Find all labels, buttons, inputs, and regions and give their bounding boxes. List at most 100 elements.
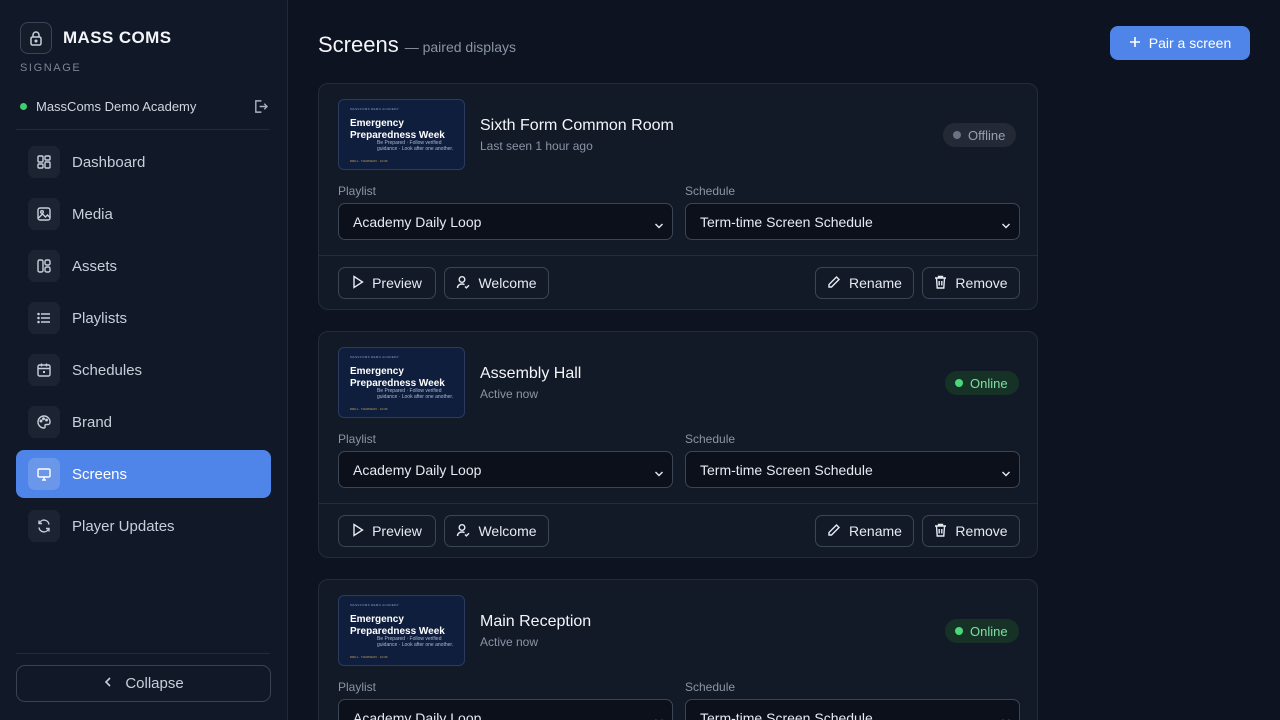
brand-name: MASS COMS: [63, 28, 172, 47]
playlist-label: Playlist: [338, 184, 377, 198]
palette-icon: [28, 406, 60, 438]
pencil-icon: [827, 275, 841, 292]
sidebar-divider: [16, 653, 270, 654]
calendar-icon: [28, 354, 60, 386]
playlist-label: Playlist: [338, 432, 377, 446]
pair-screen-label: Pair a screen: [1148, 35, 1232, 51]
page-title: Screens — paired displays: [318, 32, 516, 58]
welcome-button[interactable]: Welcome: [444, 267, 549, 299]
sidebar-item-playlists[interactable]: Playlists: [16, 294, 271, 342]
pencil-icon: [827, 523, 841, 540]
logout-icon[interactable]: [250, 96, 270, 116]
schedule-label: Schedule: [685, 432, 736, 446]
sidebar-item-label: Brand: [72, 413, 113, 431]
schedule-select[interactable]: Term-time Screen Schedule: [685, 451, 1020, 488]
playlist-select[interactable]: Academy Daily Loop: [338, 699, 673, 720]
chevron-down-icon: [654, 217, 664, 233]
image-icon: [28, 198, 60, 230]
playlist-label: Playlist: [338, 680, 377, 694]
rename-button[interactable]: Rename: [815, 267, 914, 299]
sidebar-item-screens[interactable]: Screens: [16, 450, 271, 498]
status-label: Online: [970, 623, 1008, 639]
dashboard-icon: [28, 146, 60, 178]
thumb-headline: Emergency Preparedness Week: [350, 118, 445, 141]
schedule-label: Schedule: [685, 184, 736, 198]
sidebar-item-label: Player Updates: [72, 517, 175, 535]
sidebar: MASS COMS SIGNAGE MassComs Demo Academy …: [0, 0, 288, 720]
preview-button[interactable]: Preview: [338, 515, 436, 547]
welcome-label: Welcome: [478, 275, 537, 291]
plus-icon: [1129, 35, 1141, 51]
sidebar-divider: [16, 129, 270, 130]
thumb-headline: Emergency Preparedness Week: [350, 614, 445, 637]
chevron-left-icon: [103, 675, 113, 692]
status-label: Offline: [968, 127, 1006, 143]
screen-thumbnail[interactable]: MASSCOMS DEMO ACADEMY Emergency Prepared…: [338, 99, 465, 170]
rename-button[interactable]: Rename: [815, 515, 914, 547]
status-label: Online: [970, 375, 1008, 391]
remove-button[interactable]: Remove: [922, 267, 1020, 299]
user-check-icon: [456, 275, 470, 292]
screen-card: MASSCOMS DEMO ACADEMY Emergency Prepared…: [318, 83, 1038, 310]
screen-card: MASSCOMS DEMO ACADEMY Emergency Prepared…: [318, 331, 1038, 558]
schedule-select[interactable]: Term-time Screen Schedule: [685, 699, 1020, 720]
thumb-org: MASSCOMS DEMO ACADEMY: [350, 355, 400, 359]
status-badge: Offline: [943, 123, 1017, 147]
screen-name: Assembly Hall: [480, 365, 582, 382]
org-status-dot: [20, 102, 27, 110]
screen-thumbnail[interactable]: MASSCOMS DEMO ACADEMY Emergency Prepared…: [338, 347, 465, 418]
thumb-body: Be Prepared · Follow verified guidance ·…: [377, 636, 454, 648]
sidebar-item-schedules[interactable]: Schedules: [16, 346, 271, 394]
trash-icon: [934, 523, 947, 540]
collapse-button[interactable]: Collapse: [16, 665, 271, 702]
welcome-button[interactable]: Welcome: [444, 515, 549, 547]
thumb-body: Be Prepared · Follow verified guidance ·…: [377, 140, 454, 152]
status-badge: Online: [945, 619, 1019, 643]
sidebar-item-player-updates[interactable]: Player Updates: [16, 502, 271, 550]
thumb-body: Be Prepared · Follow verified guidance ·…: [377, 388, 454, 400]
preview-button[interactable]: Preview: [338, 267, 436, 299]
collapse-label: Collapse: [125, 675, 184, 692]
sidebar-item-assets[interactable]: Assets: [16, 242, 271, 290]
playlist-select[interactable]: Academy Daily Loop: [338, 203, 673, 240]
play-icon: [352, 522, 364, 540]
thumb-footer: DRILL · THURSDAY · 10:30: [350, 159, 388, 163]
org-name: MassComs Demo Academy: [36, 98, 197, 114]
schedule-value: Term-time Screen Schedule: [700, 461, 873, 478]
card-divider: [319, 255, 1037, 256]
sidebar-item-label: Screens: [72, 465, 128, 483]
screen-name: Main Reception: [480, 613, 592, 630]
preview-label: Preview: [372, 275, 422, 291]
monitor-icon: [28, 458, 60, 490]
status-dot: [953, 131, 961, 139]
refresh-icon: [28, 510, 60, 542]
playlist-value: Academy Daily Loop: [353, 709, 482, 720]
sidebar-item-brand[interactable]: Brand: [16, 398, 271, 446]
remove-label: Remove: [955, 275, 1008, 291]
thumb-footer: DRILL · THURSDAY · 10:30: [350, 407, 388, 411]
thumb-org: MASSCOMS DEMO ACADEMY: [350, 603, 400, 607]
schedule-value: Term-time Screen Schedule: [700, 213, 873, 230]
playlist-select[interactable]: Academy Daily Loop: [338, 451, 673, 488]
preview-label: Preview: [372, 523, 422, 539]
thumb-footer: DRILL · THURSDAY · 10:30: [350, 655, 388, 659]
sidebar-item-label: Dashboard: [72, 153, 146, 171]
status-badge: Online: [945, 371, 1019, 395]
brand: MASS COMS: [20, 22, 171, 54]
chevron-down-icon: [654, 713, 664, 720]
remove-button[interactable]: Remove: [922, 515, 1020, 547]
screen-thumbnail[interactable]: MASSCOMS DEMO ACADEMY Emergency Prepared…: [338, 595, 465, 666]
status-dot: [955, 379, 963, 387]
sidebar-item-label: Media: [72, 205, 113, 223]
screen-last-seen: Active now: [480, 387, 539, 401]
user-check-icon: [456, 523, 470, 540]
screen-last-seen: Active now: [480, 635, 539, 649]
sidebar-item-media[interactable]: Media: [16, 190, 271, 238]
schedule-select[interactable]: Term-time Screen Schedule: [685, 203, 1020, 240]
sidebar-item-dashboard[interactable]: Dashboard: [16, 138, 271, 186]
thumb-headline: Emergency Preparedness Week: [350, 366, 445, 389]
pair-screen-button[interactable]: Pair a screen: [1110, 26, 1250, 60]
thumb-org: MASSCOMS DEMO ACADEMY: [350, 107, 400, 111]
rename-label: Rename: [849, 275, 902, 291]
lock-icon: [20, 22, 52, 54]
